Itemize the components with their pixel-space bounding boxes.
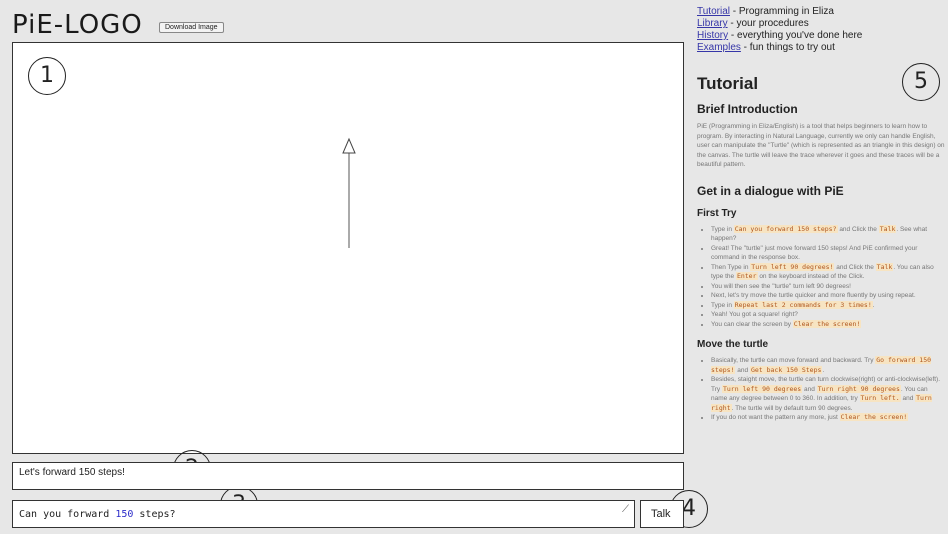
first-try-item: Next, let's try move the turtle quicker … [711,291,945,301]
first-try-item: Type in Can you forward 150 steps? and C… [711,224,945,244]
command-example: Clear the screen! [792,319,862,328]
move-turtle-heading: Move the turtle [697,339,769,350]
command-example: Get back 150 Steps [749,365,823,374]
nav-link-examples[interactable]: Examples [697,42,741,53]
nav-desc-tutorial: - Programming in Eliza [729,6,834,17]
command-example: Can you forward 150 steps? [733,224,838,233]
nav-item-examples: Examples - fun things to try out [697,42,945,54]
move-turtle-list: Basically, the turtle can move forward a… [697,356,945,423]
nav-item-library: Library - your procedures [697,18,945,30]
nav-desc-examples: - fun things to try out [740,42,835,53]
download-image-button[interactable]: Download Image [159,22,224,33]
command-input[interactable]: Can you forward 150 steps? ⟋ [12,500,635,528]
command-example: Turn left 90 degrees [721,384,803,393]
nav-link-history[interactable]: History [697,30,728,41]
brief-intro-text: PiE (Programming in Eliza/English) is a … [697,123,945,168]
turtle-icon [342,137,356,154]
first-try-list: Type in Can you forward 150 steps? and C… [697,224,945,330]
first-try-item: Then Type in Turn left 90 degrees! and C… [711,262,945,282]
nav-link-library[interactable]: Library [697,18,728,29]
drawing-canvas[interactable] [12,42,684,454]
first-try-item: Type in Repeat last 2 commands for 3 tim… [711,300,945,311]
first-try-item: Great! The "turtle" just move forward 15… [711,244,945,263]
nav-item-history: History - everything you've done here [697,30,945,42]
first-try-item: You will then see the "turtle" turn left… [711,282,945,292]
command-example: Turn left. [859,394,901,402]
sidebar-title: Tutorial [697,74,759,93]
command-example: Enter [735,272,758,280]
turtle-trace [342,137,356,248]
command-example: Turn left 90 degrees! [750,262,835,271]
first-try-item: You can clear the screen by Clear the sc… [711,319,945,330]
command-example: Clear the screen! [839,413,909,421]
command-example: Talk [875,262,894,271]
resize-handle-icon[interactable]: ⟋ [622,504,629,515]
first-try-heading: First Try [697,207,737,219]
move-turtle-item: Besides, staight move, the turtle can tu… [711,375,945,413]
nav-desc-library: - your procedures [727,18,809,29]
response-box: Let's forward 150 steps! [12,462,684,490]
response-text: Let's forward 150 steps! [19,467,125,478]
nav-desc-history: - everything you've done here [728,30,863,41]
input-text-prefix: Can you forward [19,509,116,520]
first-try-item: Yeah! You got a square! right? [711,310,945,320]
input-text-number: 150 [115,509,134,520]
input-text-suffix: steps? [133,509,176,520]
talk-button[interactable]: Talk [640,500,684,528]
dialogue-heading: Get in a dialogue with PiE [697,183,844,198]
move-turtle-item: If you do not want the pattern any more,… [711,413,945,423]
app-logo: PiE-LOGO [12,10,143,40]
command-example: Turn right 90 degrees [816,384,901,393]
nav-link-tutorial[interactable]: Tutorial [697,6,730,17]
tutorial-sidebar: Tutorial - Programming in Eliza Library … [697,0,945,534]
annotation-1: 1 [28,57,66,95]
command-example: Repeat last 2 commands for 3 times! [733,300,873,309]
brief-intro-heading: Brief Introduction [697,102,798,116]
command-example: Talk [878,224,897,233]
move-turtle-item: Basically, the turtle can move forward a… [711,356,945,375]
nav-item-tutorial: Tutorial - Programming in Eliza [697,6,945,18]
command-example: Go forward 150 steps! [711,356,932,374]
sidebar-nav: Tutorial - Programming in Eliza Library … [697,6,945,54]
